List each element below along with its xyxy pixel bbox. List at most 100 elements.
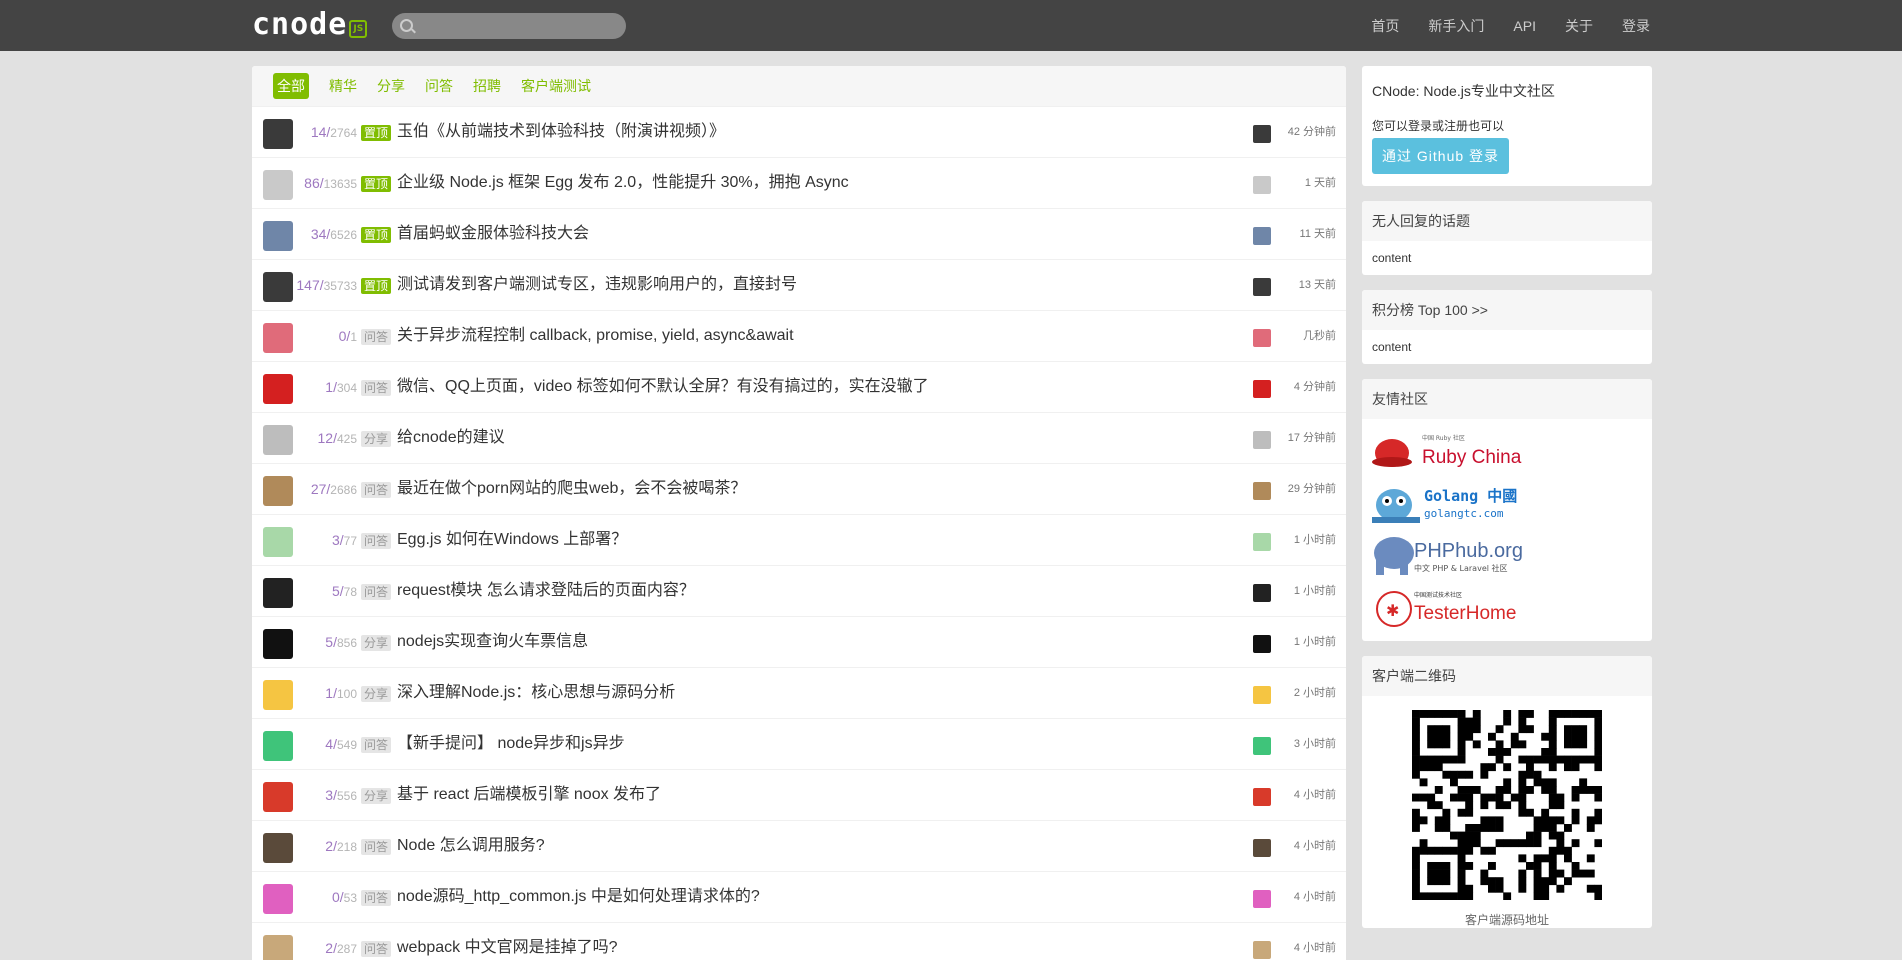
- last-reply-time[interactable]: 42 分钟前: [1288, 107, 1336, 157]
- last-reply-time[interactable]: 3 小时前: [1294, 719, 1336, 769]
- last-reply-avatar[interactable]: [1253, 380, 1271, 398]
- last-reply-time[interactable]: 几秒前: [1303, 311, 1336, 361]
- last-reply-avatar[interactable]: [1253, 839, 1271, 857]
- nav-link-api[interactable]: API: [1513, 18, 1536, 34]
- last-reply-time[interactable]: 1 天前: [1305, 158, 1336, 208]
- last-reply-avatar[interactable]: [1253, 176, 1271, 194]
- last-reply-avatar[interactable]: [1253, 278, 1271, 296]
- reply-view-count: 86/13635: [285, 158, 357, 209]
- last-reply-time[interactable]: 4 小时前: [1294, 923, 1336, 960]
- friend-link-testerhome[interactable]: ✱ 中国测试技术社区 TesterHome: [1362, 581, 1652, 637]
- topic-title-link[interactable]: 首届蚂蚁金服体验科技大会: [397, 209, 589, 259]
- topic-title-link[interactable]: 企业级 Node.js 框架 Egg 发布 2.0，性能提升 30%，拥抱 As…: [397, 158, 849, 208]
- topic-row[interactable]: 5/78 问答 request模块 怎么请求登陆后的页面内容？ 1 小时前: [252, 565, 1346, 616]
- qr-code-image[interactable]: [1412, 710, 1603, 901]
- topic-row[interactable]: 147/35733 置顶 测试请发到客户端测试专区，违规影响用户的，直接封号 13 天…: [252, 259, 1346, 310]
- topic-title-link[interactable]: nodejs实现查询火车票信息: [397, 617, 588, 667]
- last-reply-avatar[interactable]: [1253, 227, 1271, 245]
- topic-title-link[interactable]: Egg.js 如何在Windows 上部署？: [397, 515, 627, 565]
- topic-title-link[interactable]: node源码_http_common.js 中是如何处理请求体的?: [397, 872, 760, 922]
- nav-link-login[interactable]: 登录: [1622, 16, 1650, 36]
- last-reply-avatar[interactable]: [1253, 584, 1271, 602]
- golang-name: Golang 中國: [1424, 487, 1517, 505]
- topic-title-link[interactable]: 给cnode的建议: [397, 413, 505, 463]
- tab-dev[interactable]: 客户端测试: [521, 76, 591, 96]
- last-reply-avatar[interactable]: [1253, 431, 1271, 449]
- last-reply-time[interactable]: 1 小时前: [1294, 566, 1336, 616]
- search-input[interactable]: [418, 16, 622, 38]
- last-reply-avatar[interactable]: [1253, 533, 1271, 551]
- last-reply-time[interactable]: 29 分钟前: [1288, 464, 1336, 514]
- last-reply-time[interactable]: 4 小时前: [1294, 821, 1336, 871]
- topic-title-link[interactable]: 【新手提问】 node异步和js异步: [397, 719, 625, 769]
- tab-ask[interactable]: 问答: [425, 76, 453, 96]
- topic-row[interactable]: 34/6526 置顶 首届蚂蚁金服体验科技大会 11 天前: [252, 208, 1346, 259]
- reply-count: 4: [325, 736, 334, 752]
- tab-share[interactable]: 分享: [377, 76, 405, 96]
- last-reply-time[interactable]: 4 小时前: [1294, 872, 1336, 922]
- view-count: 556: [336, 789, 357, 803]
- topic-row[interactable]: 3/77 问答 Egg.js 如何在Windows 上部署？ 1 小时前: [252, 514, 1346, 565]
- last-reply-avatar[interactable]: [1253, 686, 1271, 704]
- last-reply-avatar[interactable]: [1253, 635, 1271, 653]
- nav-link-getstart[interactable]: 新手入门: [1428, 16, 1484, 36]
- topic-row[interactable]: 0/53 问答 node源码_http_common.js 中是如何处理请求体的? 4…: [252, 871, 1346, 922]
- last-reply-avatar[interactable]: [1253, 941, 1271, 959]
- last-reply-avatar[interactable]: [1253, 329, 1271, 347]
- topic-row[interactable]: 1/100 分享 深入理解Node.js：核心思想与源码分析 2 小时前: [252, 667, 1346, 718]
- nav-link-home[interactable]: 首页: [1371, 16, 1399, 36]
- topic-row[interactable]: 14/2764 置顶 玉伯《从前端技术到体验科技（附演讲视频）》 42 分钟前: [252, 106, 1346, 157]
- last-reply-time[interactable]: 13 天前: [1299, 260, 1336, 310]
- last-reply-time[interactable]: 2 小时前: [1294, 668, 1336, 718]
- friends-panel: 友情社区 中国 Ruby 社区 Ruby China Golang 中國 gol…: [1362, 379, 1652, 641]
- reply-view-count: 3/556: [285, 770, 357, 821]
- topic-title-link[interactable]: 微信、QQ上页面，video 标签如何不默认全屏？有没有搞过的，实在没辙了: [397, 362, 929, 412]
- last-reply-avatar[interactable]: [1253, 125, 1271, 143]
- view-count: 35733: [323, 279, 357, 293]
- last-reply-time[interactable]: 4 小时前: [1294, 770, 1336, 820]
- topic-title-link[interactable]: Node 怎么调用服务?: [397, 821, 545, 871]
- topic-title-link[interactable]: 测试请发到客户端测试专区，违规影响用户的，直接封号: [397, 260, 797, 310]
- topic-row[interactable]: 3/556 分享 基于 react 后端模板引擎 noox 发布了 4 小时前: [252, 769, 1346, 820]
- topic-title-link[interactable]: 玉伯《从前端技术到体验科技（附演讲视频）》: [397, 107, 725, 157]
- last-reply-avatar[interactable]: [1253, 482, 1271, 500]
- topic-row[interactable]: 1/304 问答 微信、QQ上页面，video 标签如何不默认全屏？有没有搞过的，实…: [252, 361, 1346, 412]
- cnode-logo[interactable]: cnode JS: [252, 9, 368, 41]
- friend-link-ruby-china[interactable]: 中国 Ruby 社区 Ruby China: [1362, 425, 1652, 477]
- last-reply-avatar[interactable]: [1253, 890, 1271, 908]
- topic-row[interactable]: 0/1 问答 关于异步流程控制 callback, promise, yield, …: [252, 310, 1346, 361]
- last-reply-time[interactable]: 17 分钟前: [1288, 413, 1336, 463]
- register-link[interactable]: 注册: [1444, 119, 1468, 133]
- friend-link-phphub[interactable]: PHPhub.org 中文 PHP & Laravel 社区: [1362, 529, 1652, 581]
- topic-title-link[interactable]: 最近在做个porn网站的爬虫web，会不会被喝茶？: [397, 464, 746, 514]
- last-reply-time[interactable]: 1 小时前: [1294, 617, 1336, 667]
- topic-row[interactable]: 2/287 问答 webpack 中文官网是挂掉了吗? 4 小时前: [252, 922, 1346, 960]
- topic-row[interactable]: 4/549 问答 【新手提问】 node异步和js异步 3 小时前: [252, 718, 1346, 769]
- view-count: 78: [343, 585, 357, 599]
- topic-title-link[interactable]: 关于异步流程控制 callback, promise, yield, async…: [397, 311, 794, 361]
- last-reply-time[interactable]: 4 分钟前: [1294, 362, 1336, 412]
- top100-header[interactable]: 积分榜 Top 100 >>: [1362, 290, 1652, 330]
- topic-title-link[interactable]: request模块 怎么请求登陆后的页面内容？: [397, 566, 695, 616]
- topic-title-link[interactable]: webpack 中文官网是挂掉了吗?: [397, 923, 618, 960]
- login-link[interactable]: 登录: [1408, 119, 1432, 133]
- last-reply-time[interactable]: 1 小时前: [1294, 515, 1336, 565]
- topic-row[interactable]: 12/425 分享 给cnode的建议 17 分钟前: [252, 412, 1346, 463]
- topic-row[interactable]: 27/2686 问答 最近在做个porn网站的爬虫web，会不会被喝茶？ 29 分钟前: [252, 463, 1346, 514]
- qr-caption-link[interactable]: 客户端源码地址: [1362, 911, 1652, 928]
- nav-link-about[interactable]: 关于: [1565, 16, 1593, 36]
- last-reply-avatar[interactable]: [1253, 788, 1271, 806]
- search-box[interactable]: [392, 13, 626, 39]
- last-reply-time[interactable]: 11 天前: [1300, 209, 1336, 259]
- github-login-button[interactable]: 通过 Github 登录: [1372, 138, 1510, 174]
- tab-all[interactable]: 全部: [273, 73, 309, 99]
- friend-link-golang[interactable]: Golang 中國 golangtc.com: [1362, 477, 1652, 529]
- topic-title-link[interactable]: 基于 react 后端模板引擎 noox 发布了: [397, 770, 661, 820]
- tab-good[interactable]: 精华: [329, 76, 357, 96]
- topic-row[interactable]: 2/218 问答 Node 怎么调用服务? 4 小时前: [252, 820, 1346, 871]
- topic-row[interactable]: 86/13635 置顶 企业级 Node.js 框架 Egg 发布 2.0，性能提升…: [252, 157, 1346, 208]
- topic-title-link[interactable]: 深入理解Node.js：核心思想与源码分析: [397, 668, 675, 718]
- last-reply-avatar[interactable]: [1253, 737, 1271, 755]
- tab-job[interactable]: 招聘: [473, 76, 501, 96]
- topic-row[interactable]: 5/856 分享 nodejs实现查询火车票信息 1 小时前: [252, 616, 1346, 667]
